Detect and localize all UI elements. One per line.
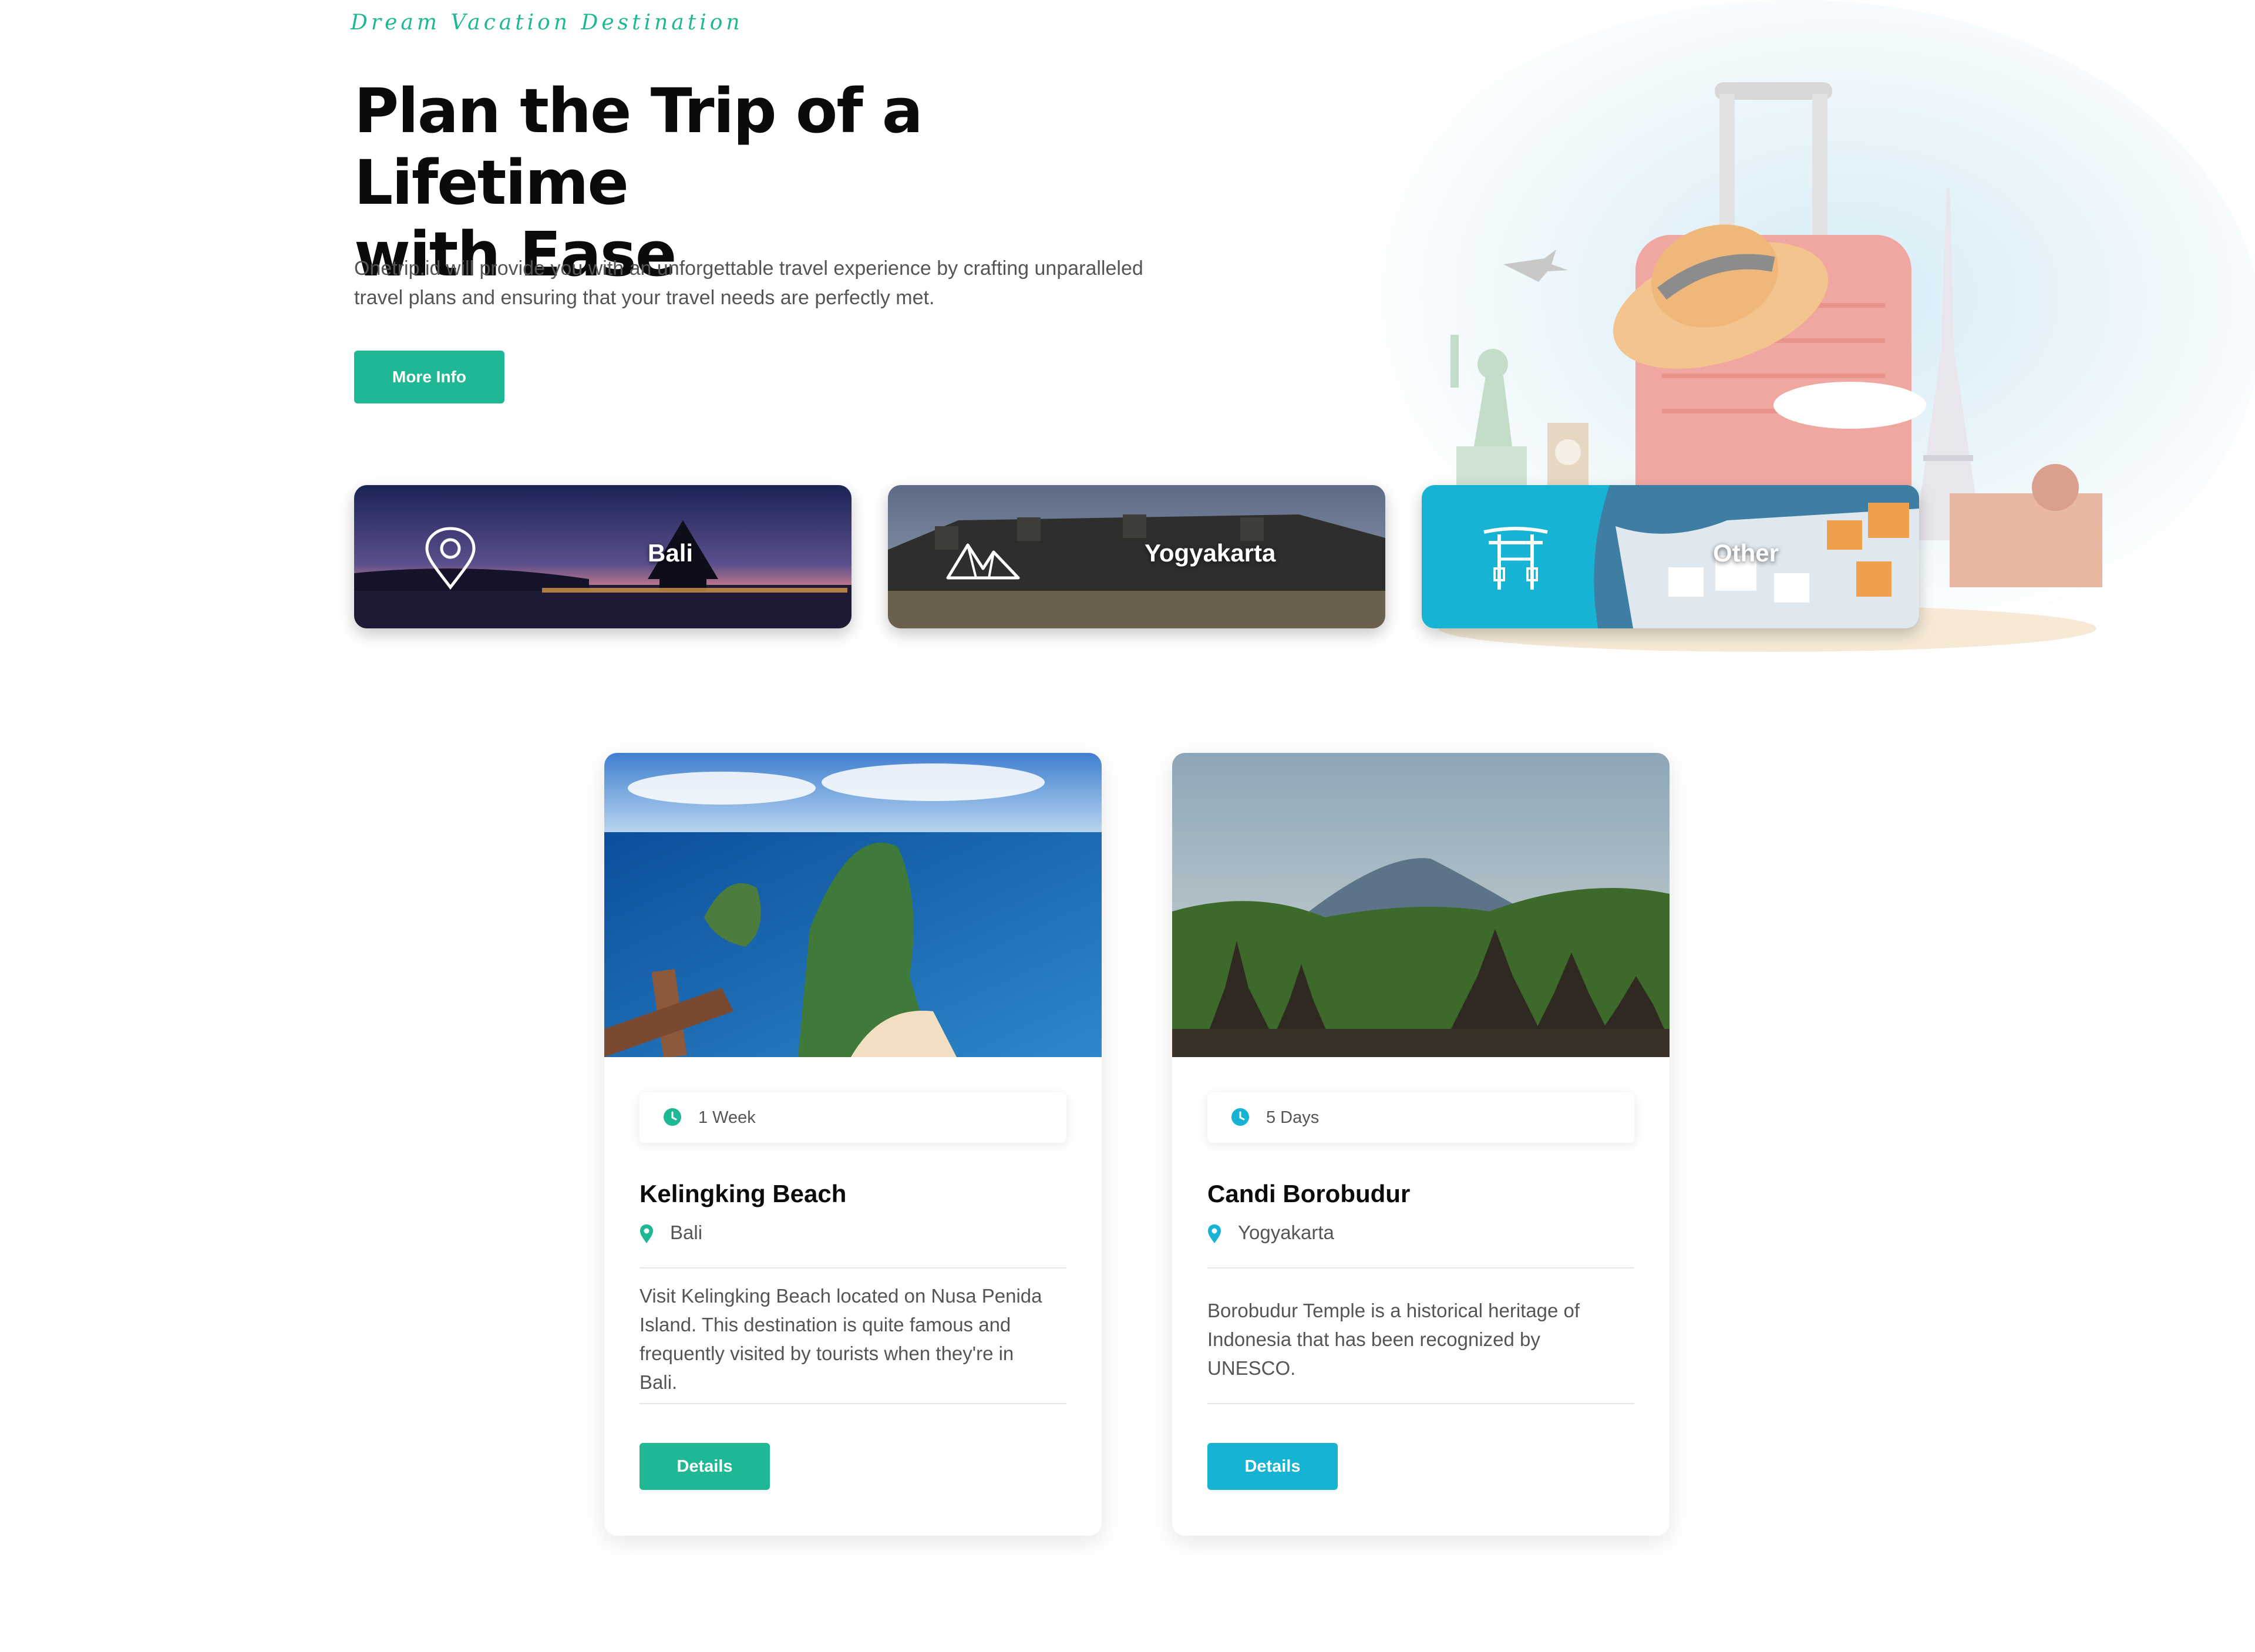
destination-description: Borobudur Temple is a historical heritag… xyxy=(1207,1300,1580,1379)
mountain-icon xyxy=(946,543,1020,580)
more-info-button[interactable]: More Info xyxy=(354,351,504,403)
hero-description: Onetrip.id will provide you with an unfo… xyxy=(354,257,1143,309)
destination-card-kelingking: 1 Week Kelingking Beach Bali Visit Kelin… xyxy=(604,753,1102,1536)
clock-icon xyxy=(664,1108,681,1126)
divider xyxy=(640,1403,1066,1404)
clock-icon xyxy=(1231,1108,1249,1126)
location-pin-icon xyxy=(1208,1224,1221,1243)
category-label-other: Other xyxy=(1713,539,1779,567)
torii-gate-icon xyxy=(1483,527,1548,590)
destination-location: Yogyakarta xyxy=(1238,1222,1334,1243)
duration-text: 1 Week xyxy=(698,1108,756,1127)
duration-badge: 1 Week xyxy=(640,1092,1066,1143)
category-card-other[interactable]: Other xyxy=(1422,485,1919,628)
details-button[interactable]: Details xyxy=(1207,1443,1338,1490)
divider xyxy=(1207,1267,1634,1269)
destination-location: Bali xyxy=(670,1222,703,1243)
category-label-bali: Bali xyxy=(648,539,694,567)
title-line-1: Plan the Trip of a Lifetime xyxy=(354,75,923,218)
tagline: Dream Vacation Destination xyxy=(351,11,743,35)
destination-name: Kelingking Beach xyxy=(640,1180,847,1207)
destination-description: Visit Kelingking Beach located on Nusa P… xyxy=(640,1285,1042,1393)
destination-card-borobudur: 5 Days Candi Borobudur Yogyakarta Borobu… xyxy=(1172,753,1670,1536)
duration-badge: 5 Days xyxy=(1207,1092,1634,1143)
category-label-yogyakarta: Yogyakarta xyxy=(1145,539,1276,567)
divider xyxy=(640,1267,1066,1269)
details-button[interactable]: Details xyxy=(640,1443,770,1490)
category-card-bali[interactable]: Bali xyxy=(354,485,851,628)
divider xyxy=(1207,1403,1634,1404)
candi-borobudur-image xyxy=(1172,753,1670,1057)
category-card-yogyakarta[interactable]: Yogyakarta xyxy=(888,485,1385,628)
duration-text: 5 Days xyxy=(1266,1108,1320,1127)
destination-name: Candi Borobudur xyxy=(1207,1180,1411,1207)
kelingking-beach-image xyxy=(604,753,1102,1057)
location-pin-icon xyxy=(640,1224,653,1243)
location-pin-icon xyxy=(425,527,476,590)
